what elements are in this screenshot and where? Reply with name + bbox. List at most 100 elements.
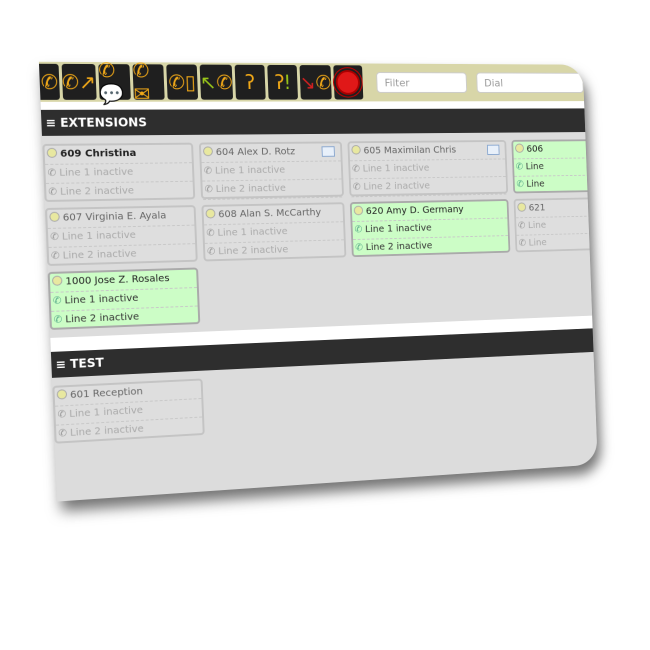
extension-name: 620 Amy D. Germany <box>366 205 464 217</box>
status-dot-icon <box>354 206 364 216</box>
phone-icon: ✆ <box>40 70 58 94</box>
line-status: Line 1 inactive <box>64 293 138 306</box>
mobile-transfer-button[interactable]: ✆▯ <box>166 64 198 99</box>
line-status: Line 1 inactive <box>215 165 286 177</box>
extension-name-row: 609 Christina <box>44 145 191 165</box>
extension-card[interactable]: 609 Christina ✆ Line 1 inactive ✆ Line 2 ina… <box>42 143 195 202</box>
whisper-button[interactable]: ʔǃ <box>267 65 298 100</box>
line-2-row[interactable]: ✆ Line 2 inactive <box>205 240 345 261</box>
line-status: Line 2 inactive <box>366 241 433 253</box>
voicemail-icon[interactable] <box>487 145 500 155</box>
line-status: Line 1 inactive <box>217 226 288 238</box>
line-status: Line <box>528 238 546 249</box>
phone-icon: ✆ <box>50 232 59 243</box>
extension-name: 605 Maximilan Chris <box>363 145 456 156</box>
status-dot-icon <box>52 276 63 286</box>
record-stop-icon <box>336 70 361 95</box>
line-status: Line 1 inactive <box>62 230 136 243</box>
phone-icon: ✆ <box>47 168 56 179</box>
line-status: Line 2 inactive <box>363 181 430 192</box>
status-dot-icon <box>517 202 526 211</box>
phone-icon: ✆ <box>207 247 216 258</box>
line-status: Line <box>528 220 546 231</box>
status-dot-icon <box>47 148 58 158</box>
section-title: TEST <box>70 356 104 371</box>
listen-button[interactable]: ʔ <box>234 65 265 100</box>
phone-icon: ✆ <box>206 228 215 239</box>
extension-card[interactable]: 604 Alex D. Rotz ✆ Line 1 inactive ✆ Line 2 … <box>199 141 344 199</box>
extension-name: 621 <box>529 203 546 213</box>
extension-card[interactable]: 601 Reception ✆ Line 1 inactive ✆ Line 2 ina… <box>52 378 204 443</box>
line-2-row[interactable]: ✆ Line 2 inactive <box>353 236 508 257</box>
extension-card[interactable]: 620 Amy D. Germany ✆ Line 1 inactive ✆ Line … <box>350 199 511 257</box>
extension-card[interactable]: 608 Alan S. McCarthy ✆ Line 1 inactive ✆ Lin… <box>201 202 346 261</box>
listen-icon: ʔ <box>245 71 256 94</box>
extension-name: 609 Christina <box>60 148 137 160</box>
line-1-row[interactable]: ✆ Line 1 inactive <box>202 161 342 181</box>
line-status: Line 2 inactive <box>65 312 139 326</box>
line-2-row[interactable]: ✆ Line 2 inactive <box>49 244 196 266</box>
line-2-row[interactable]: ✆ Line 2 inactive <box>351 177 507 197</box>
mail-transfer-button[interactable]: ✆✉ <box>132 64 164 100</box>
line-status: Line 1 inactive <box>69 405 143 420</box>
line-2-row[interactable]: ✆ Line 2 inactive <box>202 179 342 200</box>
line-2-row[interactable]: ✆ Line 2 inactive <box>46 182 193 202</box>
extension-name-row: 605 Maximilan Chris <box>349 142 505 161</box>
phone-button[interactable]: ✆ <box>39 64 60 100</box>
phone-icon: ✆ <box>518 221 526 231</box>
extension-card[interactable]: 605 Maximilan Chris ✆ Line 1 inactive ✆ Line… <box>347 140 508 196</box>
chat-transfer-button[interactable]: ✆💬 <box>98 64 131 100</box>
extension-card[interactable]: 621 ✆ Line ✆ Line <box>514 196 598 252</box>
pickup-icon: ↖✆ <box>199 70 233 93</box>
status-dot-icon <box>351 145 361 155</box>
extension-card[interactable]: 607 Virginia E. Ayala ✆ Line 1 inactive ✆ Li… <box>45 205 198 266</box>
line-1-row[interactable]: ✆ Line 1 inactive <box>45 163 192 184</box>
filter-input[interactable]: Filter <box>376 72 467 93</box>
line-2-row[interactable]: ✆ Line <box>514 175 597 193</box>
record-stop-button[interactable] <box>333 65 363 99</box>
line-status: Line 1 inactive <box>365 223 432 235</box>
extension-name: 606 <box>526 144 543 154</box>
status-dot-icon <box>57 389 68 399</box>
phone-icon: ✆ <box>352 164 360 175</box>
section-title: EXTENSIONS <box>60 115 147 129</box>
extension-name: 1000 Jose Z. Rosales <box>65 273 169 287</box>
whisper-icon: ʔǃ <box>274 71 290 94</box>
transfer-button[interactable]: ✆↗ <box>61 64 96 100</box>
mail-transfer-icon: ✆✉ <box>132 62 165 106</box>
extension-card[interactable]: 1000 Jose Z. Rosales ✆ Line 1 inactive ✆ Lin… <box>48 267 201 329</box>
hangup-button[interactable]: ↘✆ <box>299 65 331 100</box>
status-dot-icon <box>203 146 213 156</box>
status-dot-icon <box>205 209 215 219</box>
line-status: Line 1 inactive <box>363 163 430 174</box>
extension-name: 604 Alex D. Rotz <box>216 147 296 158</box>
line-status: Line 2 inactive <box>70 424 144 439</box>
dial-input[interactable]: Dial <box>476 72 584 92</box>
phone-icon: ✆ <box>53 315 62 326</box>
line-1-row[interactable]: ✆ Line <box>516 215 598 235</box>
app-window: ✆ ✆↗ ✆💬 ✆✉ ✆▯ ↖✆ ʔ ʔǃ ↘✆ Filter Dial ≡ E… <box>39 62 598 502</box>
mobile-transfer-icon: ✆▯ <box>168 70 196 94</box>
phone-icon: ✆ <box>516 162 524 172</box>
phone-icon: ✆ <box>58 428 67 439</box>
line-status: Line 2 inactive <box>60 186 134 198</box>
line-status: Line <box>526 179 544 189</box>
toolbar: ✆ ✆↗ ✆💬 ✆✉ ✆▯ ↖✆ ʔ ʔǃ ↘✆ Filter Dial <box>39 62 584 102</box>
pickup-button[interactable]: ↖✆ <box>199 65 232 100</box>
voicemail-icon[interactable] <box>321 146 334 157</box>
extensions-grid: 609 Christina ✆ Line 1 inactive ✆ Line 2 ina… <box>42 131 598 338</box>
line-1-row[interactable]: ✆ Line <box>514 158 598 177</box>
extension-name-row: 606 <box>513 141 598 160</box>
line-2-row[interactable]: ✆ Line <box>517 233 598 253</box>
hangup-icon: ↘✆ <box>299 71 331 94</box>
line-status: Line 1 inactive <box>59 167 133 179</box>
extension-name-row: 621 <box>515 198 597 218</box>
phone-icon: ✆ <box>48 187 57 198</box>
phone-icon: ✆ <box>355 243 363 254</box>
phone-icon: ✆ <box>53 296 62 307</box>
extension-name: 607 Virginia E. Ayala <box>63 211 167 224</box>
line-status: Line 2 inactive <box>63 249 137 262</box>
phone-icon: ✆ <box>519 238 527 248</box>
extension-card[interactable]: 606 ✆ Line ✆ Line <box>511 139 597 194</box>
line-status: Line <box>526 162 544 172</box>
